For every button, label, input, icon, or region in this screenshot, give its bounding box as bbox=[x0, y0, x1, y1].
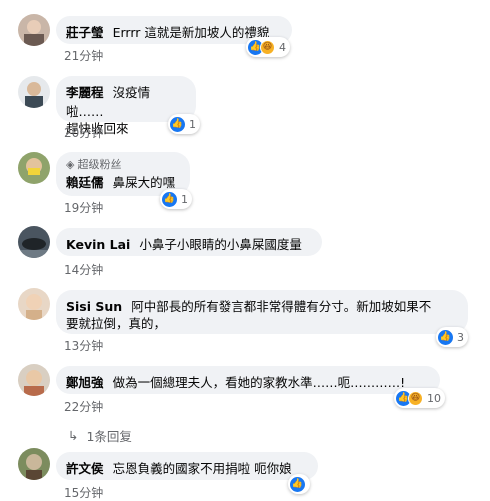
commenter-name[interactable]: 許文侯 bbox=[66, 461, 104, 476]
like-icon: 👍 bbox=[170, 116, 185, 132]
replies-label: 1条回复 bbox=[86, 429, 132, 444]
comment-time[interactable]: 15分钟 bbox=[64, 484, 103, 501]
comment-bubble: Kevin Lai 小鼻子小眼睛的小鼻屎國度量 bbox=[56, 228, 322, 256]
like-icon: 👍 bbox=[290, 476, 305, 492]
avatar[interactable] bbox=[18, 226, 50, 258]
like-icon: 👍 bbox=[162, 191, 177, 207]
reaction-summary[interactable]: 👍 😆 10 bbox=[394, 388, 445, 408]
reaction-summary[interactable]: 👍 1 bbox=[168, 114, 200, 134]
comment-time[interactable]: 19分钟 bbox=[64, 199, 103, 216]
avatar[interactable] bbox=[18, 288, 50, 320]
reaction-count: 1 bbox=[189, 117, 196, 131]
reaction-summary[interactable]: 👍 1 bbox=[160, 189, 192, 209]
commenter-name[interactable]: 莊子瑩 bbox=[66, 25, 104, 40]
comment-bubble: 許文侯 忘恩負義的國家不用捐啦 呃你娘 bbox=[56, 452, 318, 480]
comment-time[interactable]: 22分钟 bbox=[64, 398, 103, 415]
comment-time[interactable]: 20分钟 bbox=[64, 124, 103, 141]
avatar[interactable] bbox=[18, 448, 50, 480]
haha-icon: 😆 bbox=[260, 39, 275, 55]
commenter-name[interactable]: 鄭旭強 bbox=[66, 375, 104, 390]
comment-text: 做為一個總理夫人，看她的家教水準……呃…………! bbox=[112, 375, 406, 390]
avatar[interactable] bbox=[18, 152, 50, 184]
comment-bubble: Sisi Sun 阿中部長的所有發言都非常得體有分寸。新加坡如果不 要就拉倒，真… bbox=[56, 290, 468, 334]
commenter-name[interactable]: Kevin Lai bbox=[66, 237, 130, 252]
avatar[interactable] bbox=[18, 364, 50, 396]
comment-text-line1: 阿中部長的所有發言都非常得體有分寸。新加坡如果不 bbox=[131, 299, 432, 314]
reaction-count: 3 bbox=[457, 330, 464, 344]
comment-text: 小鼻子小眼睛的小鼻屎國度量 bbox=[139, 237, 302, 252]
comment-text: 忘恩負義的國家不用捐啦 呃你娘 bbox=[112, 461, 292, 476]
badge-label: 超级粉丝 bbox=[77, 158, 122, 171]
comment-time[interactable]: 21分钟 bbox=[64, 47, 103, 64]
comment-text: Errrr 這就是新加坡人的禮貌 bbox=[112, 25, 270, 40]
commenter-name[interactable]: 賴廷儒 bbox=[66, 175, 104, 190]
comment-text: 鼻屎大的嘿 bbox=[112, 175, 176, 190]
reaction-count: 4 bbox=[279, 40, 286, 54]
comment-text-line2: 要就拉倒，真的， bbox=[66, 316, 167, 331]
reaction-summary[interactable]: 👍 😆 4 bbox=[246, 37, 290, 57]
view-replies-link[interactable]: ↳ 1条回复 bbox=[68, 426, 132, 445]
super-fan-badge[interactable]: ◈ 超级粉丝 bbox=[66, 156, 180, 172]
avatar[interactable] bbox=[18, 14, 50, 46]
comment-time[interactable]: 14分钟 bbox=[64, 261, 103, 278]
reply-arrow-icon: ↳ bbox=[68, 428, 79, 443]
reaction-summary[interactable]: 👍 bbox=[288, 474, 310, 494]
avatar[interactable] bbox=[18, 76, 50, 108]
comment-time[interactable]: 13分钟 bbox=[64, 337, 103, 354]
diamond-icon: ◈ bbox=[66, 157, 75, 171]
reaction-summary[interactable]: 👍 3 bbox=[436, 327, 468, 347]
like-icon: 👍 bbox=[438, 329, 453, 345]
reaction-count: 1 bbox=[181, 192, 188, 206]
reaction-count: 10 bbox=[427, 391, 441, 405]
commenter-name[interactable]: 李麗程 bbox=[66, 85, 104, 100]
haha-icon: 😆 bbox=[408, 390, 423, 406]
comment-bubble: 鄭旭強 做為一個總理夫人，看她的家教水準……呃…………! bbox=[56, 366, 440, 394]
commenter-name[interactable]: Sisi Sun bbox=[66, 299, 122, 314]
